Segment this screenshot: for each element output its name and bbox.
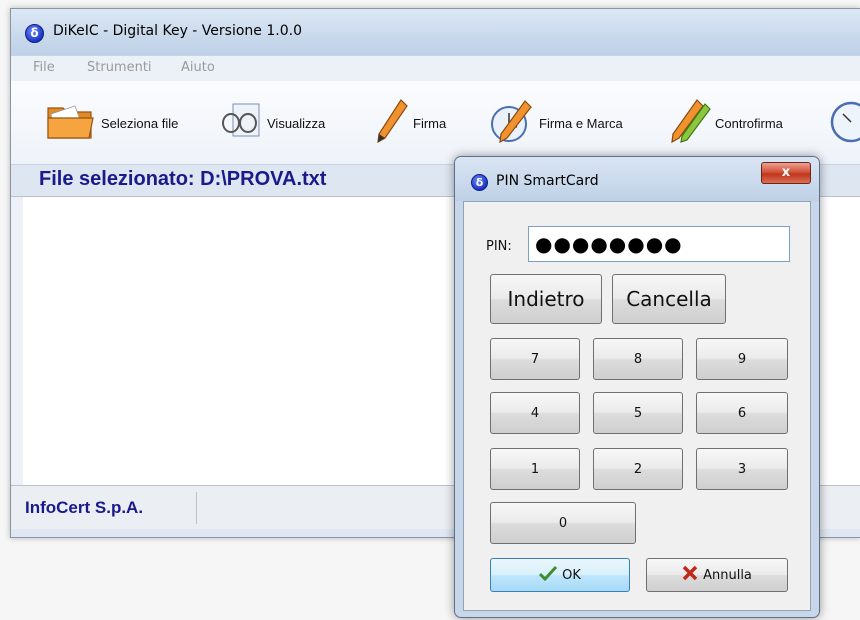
pen-clock-icon xyxy=(485,98,535,148)
selected-file-label: File selezionato: D:\PROVA.txt xyxy=(39,168,327,190)
key-0-button[interactable]: 0 xyxy=(490,502,636,544)
checkmark-icon xyxy=(539,565,558,585)
glasses-icon xyxy=(221,101,263,145)
key-label: 8 xyxy=(633,351,643,367)
key-7-button[interactable]: 7 xyxy=(490,338,580,380)
key-label: 6 xyxy=(737,405,747,421)
cancel-button[interactable]: Annulla xyxy=(646,558,788,592)
app-icon: δ xyxy=(471,174,488,191)
close-icon: x xyxy=(781,165,791,180)
dialog-title: PIN SmartCard xyxy=(496,173,599,189)
key-label: 0 xyxy=(558,515,568,531)
ok-button[interactable]: OK xyxy=(490,558,630,592)
key-label: 5 xyxy=(633,405,643,421)
sign-button[interactable]: Firma xyxy=(375,95,446,151)
pen-icon xyxy=(375,98,409,148)
menu-file[interactable]: File xyxy=(33,60,55,75)
key-label: 4 xyxy=(530,405,540,421)
cancel-x-icon xyxy=(682,565,698,585)
key-label: 9 xyxy=(737,351,747,367)
countersign-button[interactable]: Controfirma xyxy=(667,95,783,151)
window-title: DiKeIC - Digital Key - Versione 1.0.0 xyxy=(53,23,302,39)
company-name: InfoCert S.p.A. xyxy=(25,498,144,517)
view-label: Visualizza xyxy=(267,115,326,131)
key-label: 1 xyxy=(530,461,540,477)
menu-strumenti[interactable]: Strumenti xyxy=(87,60,152,75)
key-3-button[interactable]: 3 xyxy=(696,448,788,490)
key-label: 2 xyxy=(633,461,643,477)
key-1-button[interactable]: 1 xyxy=(490,448,580,490)
status-cell-company: InfoCert S.p.A. xyxy=(19,492,197,524)
ok-label: OK xyxy=(562,567,581,583)
pin-dialog: δ PIN SmartCard x PIN: Indietro Cancella… xyxy=(454,156,820,618)
view-button[interactable]: Visualizza xyxy=(221,95,325,151)
close-button[interactable]: x xyxy=(761,162,811,184)
title-bar: δ DiKeIC - Digital Key - Versione 1.0.0 xyxy=(11,9,860,55)
timestamp-button[interactable] xyxy=(829,95,860,151)
sign-and-timestamp-label: Firma e Marca xyxy=(539,115,623,131)
clear-button[interactable]: Cancella xyxy=(612,274,726,324)
pin-input[interactable] xyxy=(528,226,790,262)
key-9-button[interactable]: 9 xyxy=(696,338,788,380)
dialog-title-bar: δ PIN SmartCard x xyxy=(455,157,819,201)
folder-icon xyxy=(45,100,97,146)
clear-label: Cancella xyxy=(626,287,712,311)
back-button[interactable]: Indietro xyxy=(490,274,602,324)
app-icon: δ xyxy=(25,24,44,43)
countersign-label: Controfirma xyxy=(715,115,783,131)
key-label: 7 xyxy=(530,351,540,367)
sign-label: Firma xyxy=(413,115,447,131)
select-file-label: Seleziona file xyxy=(101,115,179,131)
key-5-button[interactable]: 5 xyxy=(593,392,683,434)
dialog-body: PIN: Indietro Cancella 7 8 9 4 5 6 1 2 3… xyxy=(463,201,811,611)
key-6-button[interactable]: 6 xyxy=(696,392,788,434)
select-file-button[interactable]: Seleziona file xyxy=(45,95,178,151)
key-4-button[interactable]: 4 xyxy=(490,392,580,434)
cancel-label: Annulla xyxy=(703,567,752,583)
sign-and-timestamp-button[interactable]: Firma e Marca xyxy=(485,95,623,151)
clock-icon xyxy=(829,98,860,148)
menu-aiuto[interactable]: Aiuto xyxy=(181,60,215,75)
back-label: Indietro xyxy=(507,287,585,311)
toolbar: Seleziona file Visualizza Firma Firma e … xyxy=(11,81,860,165)
key-8-button[interactable]: 8 xyxy=(593,338,683,380)
pin-label: PIN: xyxy=(486,239,512,254)
menu-bar: File Strumenti Aiuto xyxy=(11,55,860,81)
key-label: 3 xyxy=(737,461,747,477)
double-pen-icon xyxy=(667,98,711,148)
key-2-button[interactable]: 2 xyxy=(593,448,683,490)
